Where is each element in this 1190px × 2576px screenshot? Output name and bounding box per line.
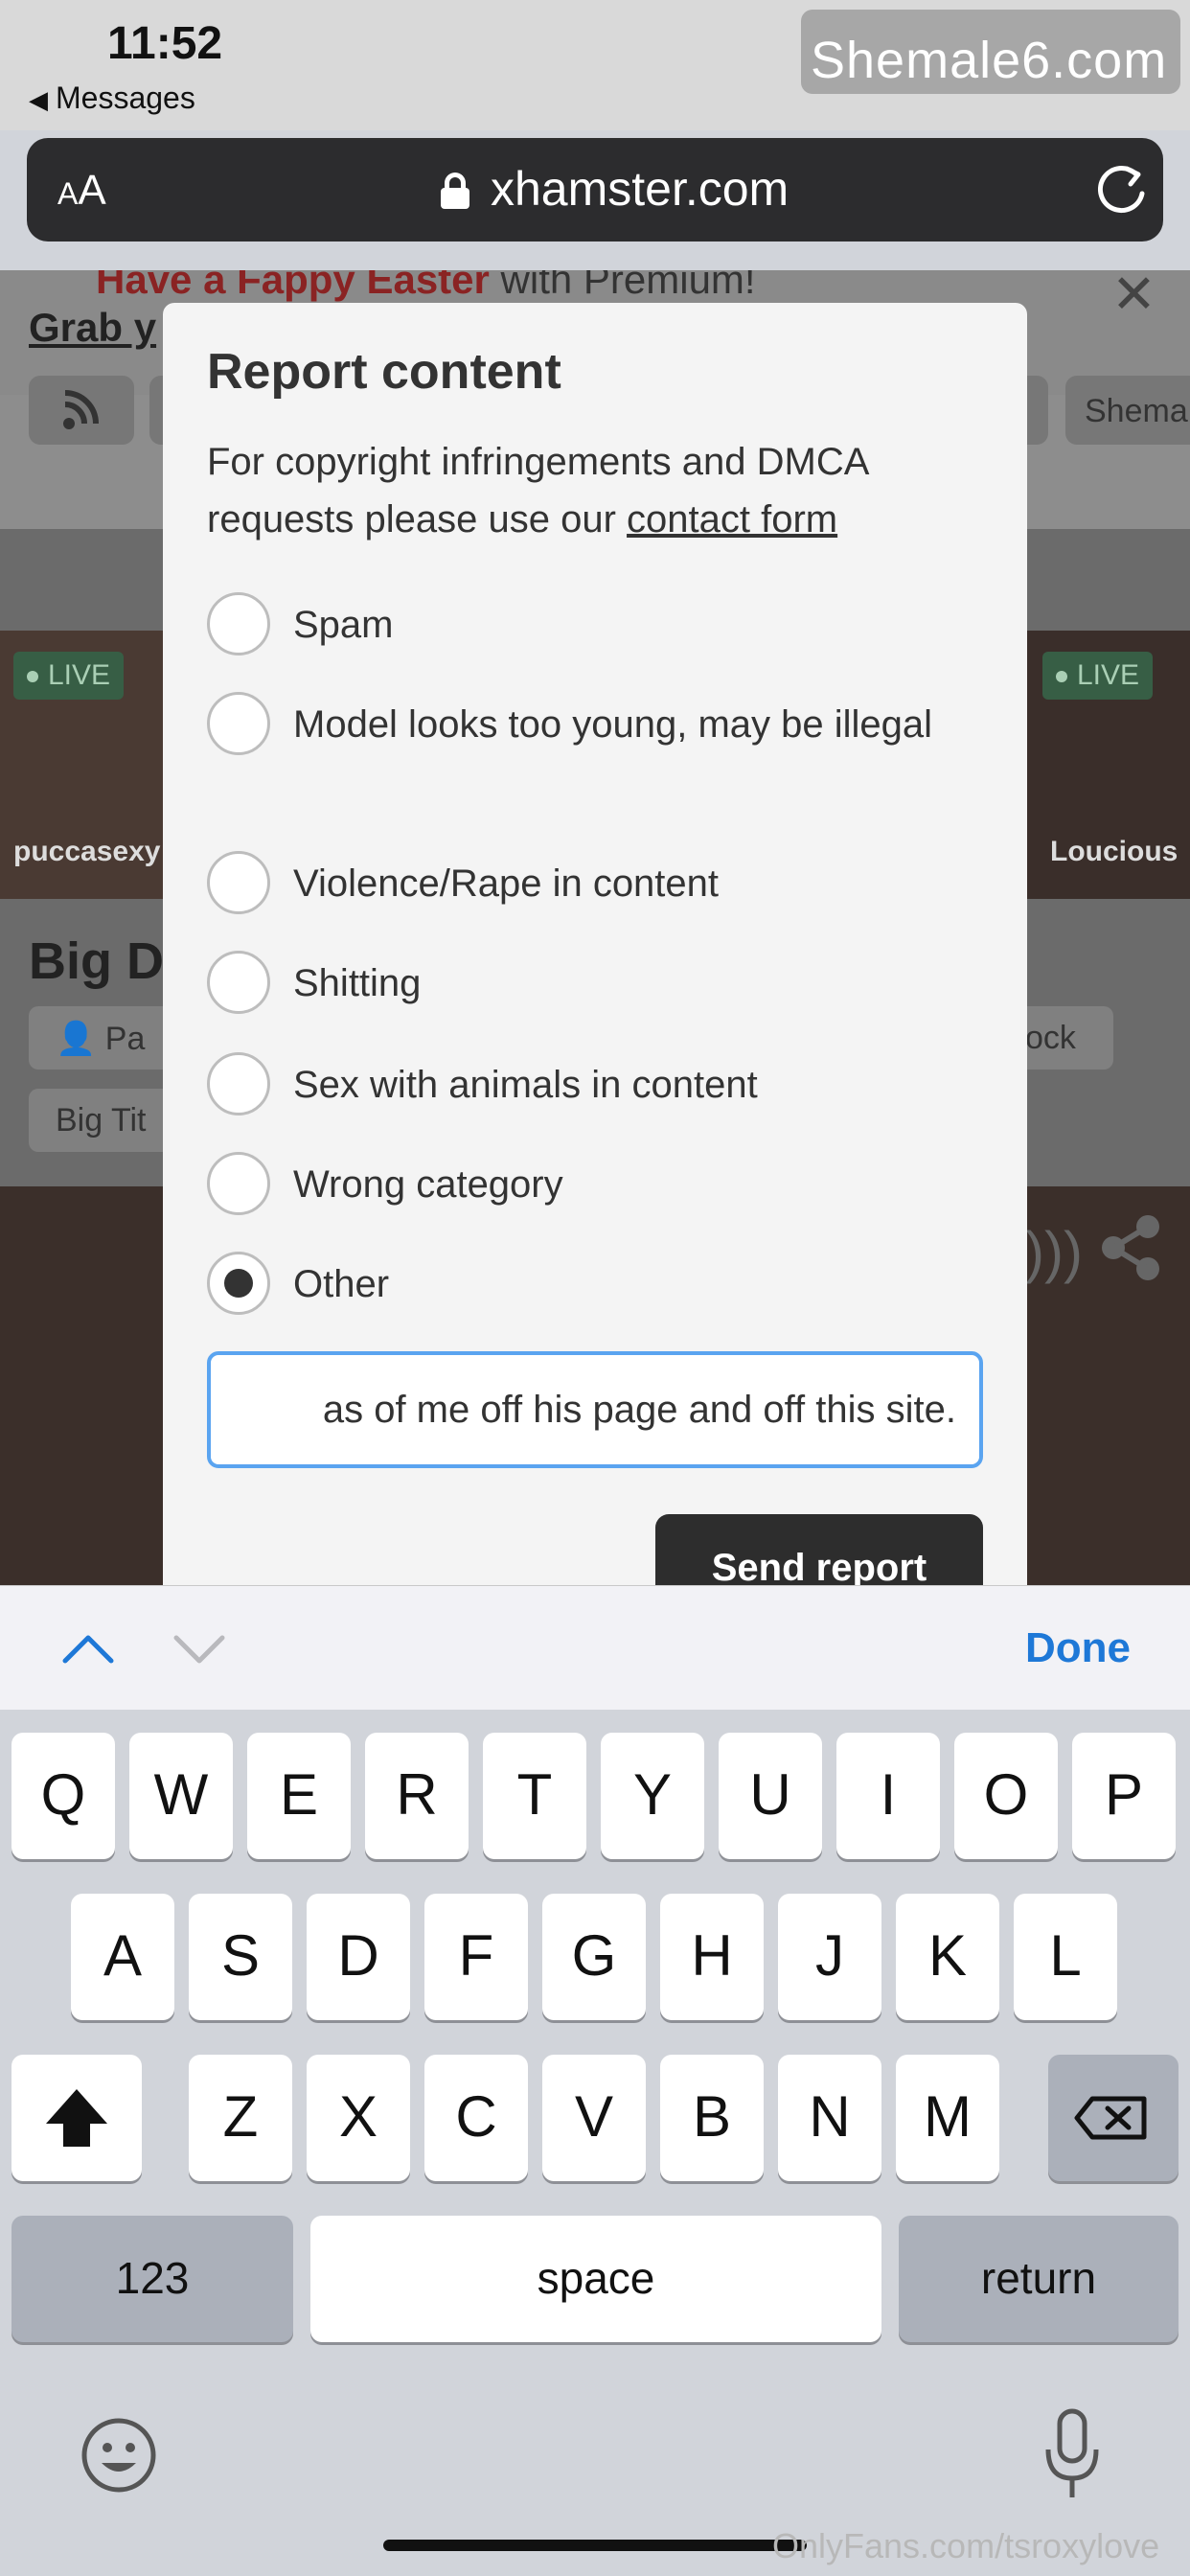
option-label: Spam (293, 604, 394, 646)
radio-button[interactable] (207, 1152, 270, 1215)
key-p[interactable]: P (1072, 1733, 1176, 1859)
key-r[interactable]: R (365, 1733, 469, 1859)
key-s[interactable]: S (189, 1894, 292, 2020)
key-e[interactable]: E (247, 1733, 351, 1859)
reader-text-size-button[interactable]: AA (57, 167, 106, 215)
status-bar: 11:52 ◀ Messages Shemale6.com (0, 0, 1190, 130)
person-icon: 👤 (56, 1021, 97, 1057)
key-j[interactable]: J (778, 1894, 881, 2020)
promo-text: Have a Fappy Easter with Premium! (96, 270, 756, 303)
radio-button-selected[interactable] (207, 1252, 270, 1315)
lock-icon (441, 172, 469, 209)
key-v[interactable]: V (542, 2055, 646, 2181)
option-label: Model looks too young, may be illegal (293, 703, 933, 746)
watermark-text: Shemale6.com (811, 32, 1168, 89)
backspace-icon (1074, 2096, 1147, 2140)
sound-icon: ))) (1025, 1220, 1083, 1284)
status-time: 11:52 (107, 18, 223, 69)
keyboard-accessory-bar: Done (0, 1585, 1190, 1710)
key-o[interactable]: O (954, 1733, 1058, 1859)
home-indicator (383, 2540, 807, 2551)
radio-button[interactable] (207, 851, 270, 914)
emoji-icon[interactable] (79, 2415, 159, 2496)
numbers-key[interactable]: 123 (11, 2216, 293, 2342)
return-key[interactable]: return (899, 2216, 1179, 2342)
dialog-title: Report content (207, 344, 561, 400)
backspace-key[interactable] (1048, 2055, 1179, 2181)
live-username: Loucious (1050, 836, 1179, 867)
share-icon (1102, 1215, 1159, 1280)
option-label: Other (293, 1263, 390, 1305)
report-details-input[interactable] (211, 1355, 979, 1464)
watermark-text: OnlyFans.com/tsroxylove (772, 2526, 1160, 2565)
key-b[interactable]: B (660, 2055, 764, 2181)
shift-icon (46, 2089, 107, 2147)
key-x[interactable]: X (307, 2055, 410, 2181)
radio-button[interactable] (207, 692, 270, 755)
done-button[interactable]: Done (1025, 1624, 1131, 1672)
key-k[interactable]: K (896, 1894, 999, 2020)
send-report-button[interactable]: Send report (655, 1514, 983, 1585)
radio-button[interactable] (207, 592, 270, 656)
space-key[interactable]: space (310, 2216, 881, 2342)
report-details-field[interactable] (207, 1351, 983, 1468)
key-m[interactable]: M (896, 2055, 999, 2181)
tag-chip: Big Tit (29, 1089, 172, 1152)
live-badge: LIVE (13, 652, 125, 700)
promo-rest: with Premium! (489, 270, 756, 302)
microphone-icon[interactable] (1041, 2407, 1104, 2503)
onscreen-keyboard: Q W E R T Y U I O P A S D F G H J K L Z … (0, 1710, 1190, 2576)
radio-button[interactable] (207, 951, 270, 1014)
close-icon: ✕ (1111, 270, 1156, 324)
key-f[interactable]: F (424, 1894, 528, 2020)
key-d[interactable]: D (307, 1894, 410, 2020)
key-i[interactable]: I (836, 1733, 940, 1859)
category-chip-shemale: Shema (1065, 376, 1190, 445)
url-domain[interactable]: xhamster.com (491, 161, 789, 217)
option-label: Shitting (293, 962, 422, 1004)
key-h[interactable]: H (660, 1894, 764, 2020)
key-c[interactable]: C (424, 2055, 528, 2181)
key-y[interactable]: Y (601, 1733, 704, 1859)
shift-key[interactable] (11, 2055, 142, 2181)
dialog-description: For copyright infringements and DMCA req… (207, 433, 993, 548)
key-g[interactable]: G (542, 1894, 646, 2020)
chevron-down-icon[interactable] (171, 1621, 228, 1678)
key-t[interactable]: T (483, 1733, 586, 1859)
option-label: Sex with animals in content (293, 1064, 758, 1106)
video-title: Big Di (29, 932, 178, 990)
key-a[interactable]: A (71, 1894, 174, 2020)
address-bar[interactable]: AA xhamster.com (27, 138, 1163, 242)
rss-chip (29, 376, 134, 445)
key-n[interactable]: N (778, 2055, 881, 2181)
live-badge: LIVE (1042, 652, 1154, 700)
option-label: Wrong category (293, 1163, 563, 1206)
key-l[interactable]: L (1014, 1894, 1117, 2020)
live-username: puccasexy (13, 836, 161, 867)
report-content-dialog: Report content For copyright infringemen… (163, 303, 1027, 1585)
key-q[interactable]: Q (11, 1733, 115, 1859)
option-label: Violence/Rape in content (293, 862, 720, 905)
reload-icon[interactable] (1092, 161, 1150, 218)
back-triangle-icon: ◀ (29, 85, 48, 114)
key-z[interactable]: Z (189, 2055, 292, 2181)
contact-form-link[interactable]: contact form (627, 498, 837, 540)
tag-label: Pa (104, 1021, 146, 1057)
rss-icon (63, 390, 99, 429)
tag-chip: 👤 Pa (29, 1006, 172, 1070)
radio-button[interactable] (207, 1052, 270, 1116)
key-w[interactable]: W (129, 1733, 233, 1859)
back-to-messages-button[interactable]: ◀ Messages (29, 80, 195, 116)
promo-highlight: Have a Fappy Easter (96, 270, 490, 302)
back-to-messages-label: Messages (56, 80, 195, 115)
key-u[interactable]: U (719, 1733, 822, 1859)
chevron-up-icon[interactable] (59, 1621, 117, 1678)
promo-link: Grab y (29, 305, 157, 350)
